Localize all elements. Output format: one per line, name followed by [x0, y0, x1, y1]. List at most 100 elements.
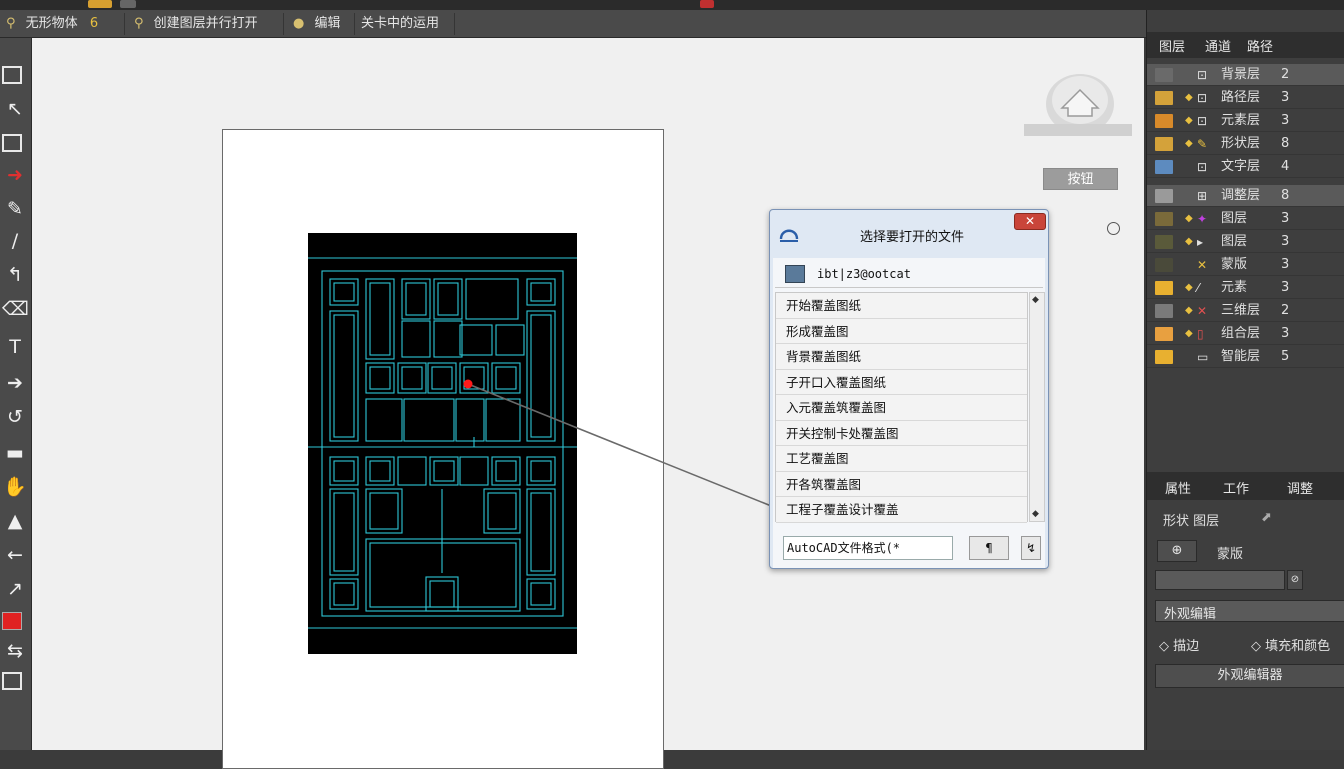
visibility-icon[interactable]: ◆	[1185, 231, 1193, 253]
text-tool-icon[interactable]: T	[2, 334, 28, 360]
pen-tool-icon[interactable]: ▲	[2, 508, 28, 534]
list-item[interactable]: 开关控制卡处覆盖图	[776, 420, 1027, 446]
layer-row[interactable]: ◆ ⁄ 元素 3	[1147, 277, 1344, 299]
layer-thumbnail	[1155, 189, 1173, 203]
dialog-titlebar[interactable]: 选择要打开的文件 ✕	[770, 210, 1048, 258]
tab-work[interactable]: 工作	[1223, 478, 1249, 497]
list-item[interactable]: 形成覆盖图	[776, 318, 1027, 344]
crop-tool-icon[interactable]	[2, 134, 22, 152]
close-button[interactable]: ✕	[1014, 213, 1046, 230]
link-icon[interactable]: ⬈	[1261, 510, 1272, 525]
effect-icon: ✦	[1197, 212, 1208, 226]
visibility-icon[interactable]: ◆	[1185, 208, 1193, 230]
visibility-icon[interactable]: ◆	[1185, 300, 1193, 322]
visibility-icon[interactable]: ◆	[1185, 323, 1193, 345]
layer-row[interactable]: ✕ 蒙版 3	[1147, 254, 1344, 276]
hand-tool-icon[interactable]: ✋	[2, 474, 28, 500]
layer-name: 三维层	[1221, 303, 1261, 318]
radio-circle-icon[interactable]	[1107, 222, 1120, 235]
rotate-tool-icon[interactable]: ↺	[2, 404, 28, 430]
path-bar[interactable]: ibt|z3@ootcat	[775, 260, 1043, 288]
option-item-3[interactable]: ● 编辑	[287, 13, 355, 35]
option-item-2[interactable]: ⚲ 创建图层并行打开	[128, 13, 284, 35]
layer-row[interactable]: ◆ ▸ 图层 3	[1147, 231, 1344, 253]
pilcrow-button[interactable]: ¶	[969, 536, 1009, 560]
layer-row[interactable]: ▭ 智能层 5	[1147, 346, 1344, 368]
home-button[interactable]: 按钮	[1043, 168, 1118, 190]
layer-row[interactable]: ◆ ✦ 图层 3	[1147, 208, 1344, 230]
path-tool-icon[interactable]: ➔	[2, 370, 28, 396]
list-item[interactable]: 入元覆盖筑覆盖图	[776, 395, 1027, 421]
list-item[interactable]: 工程子覆盖设计覆盖	[776, 497, 1027, 523]
lasso-tool-icon[interactable]: ➜	[2, 162, 28, 188]
layer-type-icon: ⊡	[1197, 160, 1208, 174]
layer-row[interactable]: ◆ ⊡ 路径层 3	[1147, 87, 1344, 109]
layer-count: 3	[1281, 234, 1290, 249]
file-type-field[interactable]: AutoCAD文件格式(*	[783, 536, 953, 560]
layer-row[interactable]: ⊡ 背景层 2	[1147, 64, 1344, 86]
eraser-tool-icon[interactable]: ⌫	[2, 296, 29, 322]
layer-thumbnail	[1155, 160, 1173, 174]
list-item[interactable]: 开各筑覆盖图	[776, 471, 1027, 497]
layer-row[interactable]: ⊞ 调整层 8	[1147, 185, 1344, 207]
fill-option[interactable]: ◇ 填充和颜色	[1251, 635, 1330, 654]
tab-layers[interactable]: 图层	[1159, 36, 1185, 55]
list-item[interactable]: 子开口入覆盖图纸	[776, 369, 1027, 395]
layer-name: 图层	[1221, 211, 1248, 226]
line-tool-icon[interactable]: /	[2, 228, 28, 254]
quick-mask-icon[interactable]	[2, 672, 22, 690]
shape-tool-icon[interactable]: ▬	[2, 440, 28, 466]
mask-toggle[interactable]: ⊕	[1157, 540, 1197, 562]
pointer-tool-icon[interactable]: ↰	[2, 262, 28, 288]
layer-count: 2	[1281, 303, 1290, 318]
menu-chip[interactable]	[88, 0, 112, 8]
scroll-down-icon[interactable]: ◆	[1032, 509, 1039, 519]
option-item-1[interactable]: ⚲ 无形物体 6	[0, 13, 125, 35]
layer-type-icon: ⊡	[1197, 91, 1208, 105]
scroll-up-icon[interactable]: ◆	[1032, 295, 1039, 305]
menu-chip[interactable]	[700, 0, 714, 8]
layer-row[interactable]: ◆ ✎ 形状层 8	[1147, 133, 1344, 155]
list-item[interactable]: 背景覆盖图纸	[776, 344, 1027, 370]
visibility-icon[interactable]: ◆	[1185, 87, 1193, 109]
stroke-option[interactable]: ◇ 描边	[1159, 635, 1199, 654]
arrow-tool-icon[interactable]: ←	[2, 542, 28, 568]
menu-chip[interactable]	[120, 0, 136, 8]
brush-tool-icon[interactable]: ✎	[2, 196, 28, 222]
tab-paths[interactable]: 路径	[1247, 36, 1273, 55]
layer-type-icon: ⁄	[1197, 281, 1200, 295]
layer-count: 4	[1281, 159, 1290, 174]
option-label: 无形物体	[25, 16, 78, 31]
appearance-editor-button[interactable]: 外观编辑器	[1155, 664, 1344, 688]
file-list[interactable]: 开始覆盖图纸 形成覆盖图 背景覆盖图纸 子开口入覆盖图纸 入元覆盖筑覆盖图 开关…	[775, 292, 1028, 523]
layer-count: 3	[1281, 326, 1290, 341]
home-3d-icon[interactable]	[1022, 70, 1132, 150]
visibility-icon[interactable]: ◆	[1185, 133, 1193, 155]
layer-count: 3	[1281, 257, 1290, 272]
marquee-tool-icon[interactable]	[2, 66, 22, 84]
layer-row[interactable]: ◆ ✕ 三维层 2	[1147, 300, 1344, 322]
layer-thumbnail	[1155, 91, 1173, 105]
tab-adjust[interactable]: 调整	[1287, 478, 1313, 497]
zoom-tool-icon[interactable]: ↗	[2, 576, 28, 602]
move-tool-icon[interactable]: ↖	[2, 96, 28, 122]
list-item[interactable]: 工艺覆盖图	[776, 446, 1027, 472]
visibility-icon[interactable]: ◆	[1185, 277, 1193, 299]
foreground-color-swatch[interactable]	[2, 612, 22, 630]
layer-row[interactable]: ◆ ▯ 组合层 3	[1147, 323, 1344, 345]
visibility-icon[interactable]: ◆	[1185, 110, 1193, 132]
tab-properties[interactable]: 属性	[1165, 478, 1191, 497]
refresh-button[interactable]: ↯	[1021, 536, 1041, 560]
layer-name: 文字层	[1221, 159, 1261, 174]
mask-label: 蒙版	[1217, 547, 1244, 562]
option-item-4[interactable]: 关卡中的运用	[355, 13, 455, 35]
list-item[interactable]: 开始覆盖图纸	[776, 293, 1027, 319]
layer-row[interactable]: ⊡ 文字层 4	[1147, 156, 1344, 178]
stepper-icon[interactable]: ⊘	[1287, 570, 1303, 590]
layer-row[interactable]: ◆ ⊡ 元素层 3	[1147, 110, 1344, 132]
list-scrollbar[interactable]: ◆ ◆	[1029, 292, 1045, 522]
layer-thumbnail	[1155, 281, 1173, 295]
tab-channels[interactable]: 通道	[1205, 36, 1231, 55]
density-slider[interactable]	[1155, 570, 1285, 590]
swap-colors-icon[interactable]: ⇆	[2, 638, 28, 664]
